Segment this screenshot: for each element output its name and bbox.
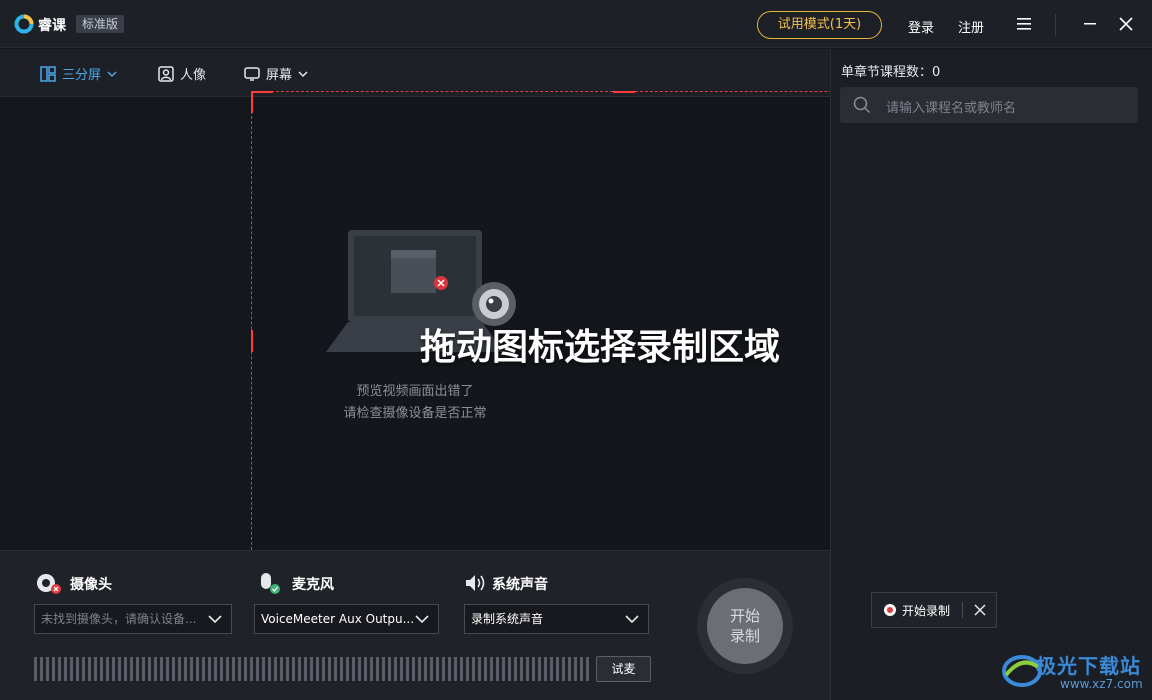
camera-off-icon xyxy=(37,574,61,594)
chevron-down-icon xyxy=(415,615,429,624)
screen-icon xyxy=(244,66,260,81)
person-label: 人像 xyxy=(180,68,207,83)
camera-select-value: 未找到摄像头，请确认设备... xyxy=(41,612,197,626)
search-icon xyxy=(853,96,871,114)
chevron-down-icon xyxy=(208,615,222,624)
person-tab[interactable]: 人像 xyxy=(158,64,206,83)
system-audio-select[interactable]: 录制系统声音 xyxy=(464,604,649,634)
floating-start-record-button[interactable]: 开始录制 xyxy=(902,602,950,619)
screen-label: 屏幕 xyxy=(266,68,293,83)
course-search-input[interactable]: 请输入课程名或教师名 xyxy=(886,97,1016,116)
chapter-count-label: 单章节课程数： xyxy=(841,65,933,80)
camera-select[interactable]: 未找到摄像头，请确认设备... xyxy=(34,604,232,634)
layout-three-screen-tab[interactable]: 三分屏 xyxy=(40,64,117,83)
close-icon[interactable] xyxy=(973,603,987,617)
record-dot-inner xyxy=(887,607,893,613)
person-icon xyxy=(158,65,174,82)
system-audio-select-value: 录制系统声音 xyxy=(471,612,544,626)
layout-icon xyxy=(40,65,56,82)
left-panel xyxy=(0,97,250,550)
record-button-line2: 录制 xyxy=(729,627,760,645)
chapter-count-value: 0 xyxy=(932,65,941,80)
microphone-select-value: VoiceMeeter Aux Outpu... xyxy=(261,612,415,626)
app-logo-icon xyxy=(14,14,34,34)
minimize-icon[interactable] xyxy=(1083,16,1097,30)
speaker-icon xyxy=(466,575,485,591)
test-mic-button[interactable]: 试麦 xyxy=(596,656,651,682)
floating-bar-divider xyxy=(962,602,963,618)
login-link[interactable]: 登录 xyxy=(908,17,934,36)
chevron-down-icon xyxy=(625,615,639,624)
watermark-url: www.xz7.com xyxy=(1060,677,1143,691)
app-name: 睿课 xyxy=(38,18,66,34)
chevron-down-icon xyxy=(107,70,117,77)
camera-label: 摄像头 xyxy=(70,577,112,593)
audio-level-meter xyxy=(34,657,590,681)
screen-tab[interactable]: 屏幕 xyxy=(244,64,308,83)
title-divider xyxy=(1055,14,1056,36)
chapter-course-count: 单章节课程数：0 xyxy=(841,61,940,80)
edition-badge: 标准版 xyxy=(76,15,125,33)
microphone-label: 麦克风 xyxy=(292,577,334,593)
layout-label: 三分屏 xyxy=(62,68,102,83)
watermark-title: 极光下载站 xyxy=(1036,654,1141,678)
trial-mode-button[interactable]: 试用模式(1天) xyxy=(757,11,882,39)
drag-region-hint: 拖动图标选择录制区域 xyxy=(420,327,781,368)
menu-icon[interactable] xyxy=(1016,17,1032,31)
preview-error-hint: 请检查摄像设备是否正常 xyxy=(343,406,487,421)
microphone-select[interactable]: VoiceMeeter Aux Outpu... xyxy=(254,604,439,634)
start-record-button[interactable]: 开始 录制 xyxy=(707,588,783,664)
register-link[interactable]: 注册 xyxy=(958,17,984,36)
preview-error-message: 预览视频画面出错了 xyxy=(356,384,474,399)
toolbar: 三分屏 人像 屏幕 xyxy=(0,49,830,97)
microphone-icon xyxy=(261,573,280,594)
close-icon[interactable] xyxy=(1118,16,1134,32)
chevron-down-icon xyxy=(298,70,308,77)
record-button-line1: 开始 xyxy=(729,607,760,625)
system-audio-label: 系统声音 xyxy=(492,577,548,593)
